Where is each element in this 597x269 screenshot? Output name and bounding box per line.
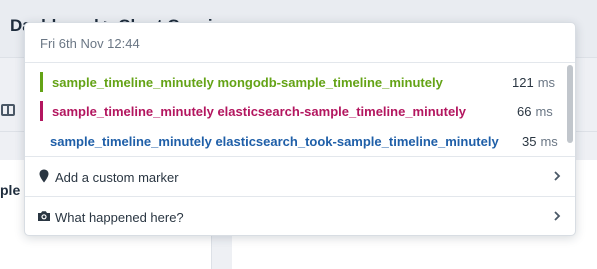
add-custom-marker-label: Add a custom marker [55,170,179,185]
scrollbar-thumb[interactable] [567,65,573,143]
series-color-bar [40,101,43,121]
camera-icon [38,211,50,221]
series-row-elasticsearch-took[interactable]: sample_timeline_minutely elasticsearch_t… [25,131,565,151]
series-list: sample_timeline_minutely mongodb-sample_… [25,63,575,157]
series-value-unit: ms [535,104,553,119]
series-name: sample_timeline_minutely mongodb-sample_… [52,75,443,90]
series-value-number: 121 [512,75,534,90]
series-value-number: 35 [522,134,537,149]
series-value-unit: ms [540,134,558,149]
series-value: 121 ms [512,75,555,90]
series-value: 66 ms [517,104,553,119]
series-scrollbar[interactable] [567,65,573,155]
chevron-right-icon [554,211,561,221]
map-marker-icon [39,169,49,183]
tooltip-timestamp: Fri 6th Nov 12:44 [25,23,575,63]
what-happened-here-button[interactable]: What happened here? [25,197,575,235]
add-custom-marker-button[interactable]: Add a custom marker [25,157,575,197]
series-name: sample_timeline_minutely elasticsearch-s… [52,104,467,119]
series-value: 35 ms [522,134,558,149]
series-value-unit: ms [537,75,556,90]
series-row-elasticsearch[interactable]: sample_timeline_minutely elasticsearch-s… [25,101,565,121]
series-row-mongodb[interactable]: sample_timeline_minutely mongodb-sample_… [25,72,565,92]
chart-tooltip-popover: Fri 6th Nov 12:44 sample_timeline_minute… [24,22,576,236]
series-name: sample_timeline_minutely elasticsearch_t… [50,134,499,149]
series-value-number: 66 [517,104,532,119]
series-color-bar [40,72,43,92]
chevron-right-icon [554,171,561,181]
layout-columns-icon[interactable] [1,104,15,116]
what-happened-here-label: What happened here? [55,210,184,225]
